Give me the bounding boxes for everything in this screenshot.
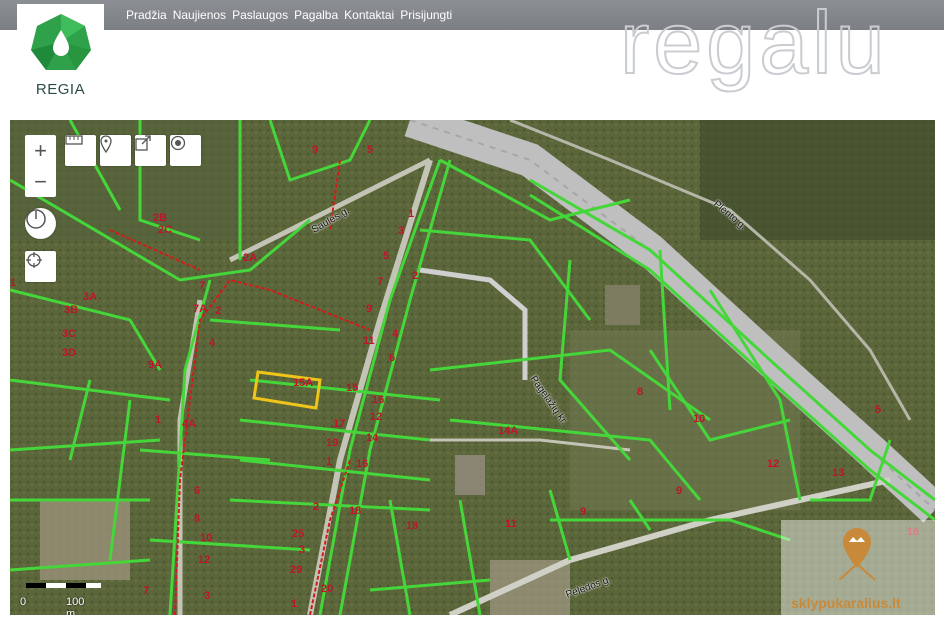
parcel-label: 8 xyxy=(194,513,201,525)
parcel-label: 9 xyxy=(580,506,587,518)
parcel-label: 7 xyxy=(377,276,384,288)
parcel-label: 1 xyxy=(408,208,415,220)
parcel-label: 5 xyxy=(383,250,390,262)
parcel-label: 9A xyxy=(148,359,163,371)
parcel-label: 3D xyxy=(62,347,77,359)
parcel-label: 4 xyxy=(209,337,216,349)
place-marker-button[interactable] xyxy=(100,135,131,166)
zoom-control: + − xyxy=(25,135,56,197)
scale-zero: 0 xyxy=(20,596,27,608)
parcel-label: 3C xyxy=(62,328,77,340)
parcel-label: 17 xyxy=(333,418,346,430)
parcel-label: 2 xyxy=(215,305,222,317)
parcel-label: 9 xyxy=(676,485,683,497)
share-button[interactable] xyxy=(135,135,166,166)
parcel-label: 5 xyxy=(367,144,374,156)
parcel-label: 11 xyxy=(505,518,517,530)
logo-text: REGIA xyxy=(35,81,86,98)
nav-link-services[interactable]: Paslaugos xyxy=(232,8,288,22)
regia-logo[interactable]: REGIA xyxy=(17,4,104,100)
parcel-label: 2 xyxy=(412,270,419,282)
parcel-label: 4 xyxy=(392,328,399,340)
parcel-label: 18 xyxy=(406,520,419,532)
parcel-label: 7 xyxy=(199,280,206,292)
clock-icon xyxy=(26,209,46,229)
my-location-button[interactable] xyxy=(25,251,56,282)
share-icon xyxy=(135,135,151,151)
parcel-label: 10 xyxy=(693,413,706,425)
crosshair-icon xyxy=(26,252,42,268)
parcel-label: 15 xyxy=(346,382,359,394)
parcel-label: 29 xyxy=(290,564,303,576)
zoom-out-button[interactable]: − xyxy=(25,166,56,197)
history-button[interactable] xyxy=(25,208,56,239)
target-icon xyxy=(170,135,186,151)
parcel-label: 11 xyxy=(363,335,375,347)
parcel-label: 2C xyxy=(158,224,173,236)
nav-link-home[interactable]: Pradžia xyxy=(126,8,167,22)
top-navigation-bar: regalu Pradžia Naujienos Paslaugos Pagal… xyxy=(0,0,944,88)
parcel-label: 5 xyxy=(875,404,882,416)
watermark-text: sklypukaralius.lt xyxy=(791,595,901,611)
parcel-label: 3B xyxy=(64,304,79,316)
nav-link-help[interactable]: Pagalba xyxy=(294,8,338,22)
parcel-label: 16 xyxy=(356,458,369,470)
parcel-label: 7 xyxy=(143,585,150,597)
zoom-in-button[interactable]: + xyxy=(25,135,56,166)
scale-bar xyxy=(26,583,101,588)
parcel-label: 7A xyxy=(193,303,208,315)
parcel-label: 6 xyxy=(194,485,201,497)
parcel-label: 3 xyxy=(299,544,306,556)
parcel-label: 2A xyxy=(243,252,258,264)
parcel-label: 1 xyxy=(155,414,162,426)
parcel-label: 10 xyxy=(200,532,213,544)
cadastral-map[interactable]: + − 9 5 1 3 2B 2C 2A 5 2 7 7 3A 3B 3C 3D… xyxy=(10,120,935,615)
parcel-label: 1 xyxy=(291,598,298,610)
parcel-label: 1 xyxy=(10,277,17,289)
sklypukaralius-watermark: sklypukaralius.lt xyxy=(781,520,935,615)
parcel-label: 3A xyxy=(83,291,98,303)
parcel-label: 9 xyxy=(312,144,319,156)
parcel-label: 3 xyxy=(204,590,211,602)
scale-distance: 100 m xyxy=(66,596,85,615)
parcel-label: 19 xyxy=(326,437,339,449)
parcel-label: 3 xyxy=(398,225,405,237)
locate-button[interactable] xyxy=(170,135,201,166)
parcel-label: 12 xyxy=(767,458,780,470)
parcel-label: 4A xyxy=(182,418,197,430)
parcel-label: 14 xyxy=(366,432,379,444)
parcel-label: 14A xyxy=(498,425,519,437)
parcel-label: 16 xyxy=(372,394,385,406)
parcel-label: 25 xyxy=(292,528,305,540)
parcel-label: 6 xyxy=(389,352,396,364)
pin-logo-icon xyxy=(838,528,876,581)
nav-link-news[interactable]: Naujienos xyxy=(173,8,226,22)
parcel-label: 18 xyxy=(349,505,362,517)
parcel-label: 13 xyxy=(832,467,845,479)
brand-watermark: regalu xyxy=(619,0,889,92)
nav-link-login[interactable]: Prisijungti xyxy=(400,8,452,22)
regia-logo-icon xyxy=(31,14,91,70)
nav-link-contacts[interactable]: Kontaktai xyxy=(344,8,394,22)
ruler-icon xyxy=(65,135,83,145)
parcel-label: 12 xyxy=(198,554,211,566)
parcel-label: 2B xyxy=(153,212,168,224)
measure-ruler-button[interactable] xyxy=(65,135,96,166)
parcel-label: 15A xyxy=(293,377,314,389)
parcel-label: 12 xyxy=(370,411,383,423)
parcel-label: 1 xyxy=(326,456,333,468)
main-menu: Pradžia Naujienos Paslaugos Pagalba Kont… xyxy=(126,8,458,22)
parcel-label: 9 xyxy=(366,303,373,315)
parcel-label: 8 xyxy=(637,386,644,398)
parcel-label: 20 xyxy=(321,583,334,595)
map-pin-icon xyxy=(100,135,112,153)
parcel-label: 2 xyxy=(313,501,320,513)
